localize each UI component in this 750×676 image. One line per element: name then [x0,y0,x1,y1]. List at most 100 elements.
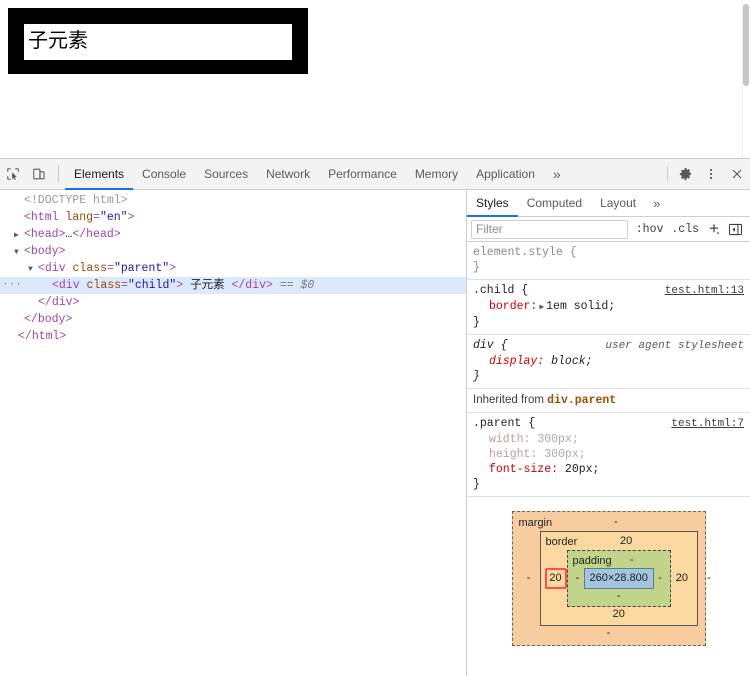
more-tabs-chevron-icon[interactable]: » [544,159,570,189]
box-model-padding-middle-row: -260×28.800- [572,568,666,589]
dom-node[interactable]: ▼<div class="parent"> [0,260,466,277]
dom-node[interactable]: ▼<body> [0,243,466,260]
tab-memory[interactable]: Memory [406,159,467,190]
styles-rules-list[interactable]: element.style {}.child {test.html:13bord… [467,242,750,676]
css-property-value[interactable]: 300px; [537,433,578,446]
dom-token-punct: > [59,330,66,343]
dom-token-punct: </ [72,228,86,241]
tab-console[interactable]: Console [133,159,195,190]
rule-header: div {user agent stylesheet [473,338,744,354]
css-property-name[interactable]: height: [489,448,537,461]
tab-layout[interactable]: Layout [591,190,645,217]
rule-header: .parent { test.html:7 [473,416,744,432]
page-scrollbar-thumb[interactable] [743,4,749,86]
css-property-name[interactable]: font-size: [489,463,558,476]
box-model-padding-top[interactable]: - [612,553,652,568]
css-property-value[interactable]: 1em solid; [546,300,615,313]
tab-computed[interactable]: Computed [518,190,591,217]
tab-performance[interactable]: Performance [319,159,406,190]
more-options-icon[interactable] [698,159,724,189]
css-declaration[interactable]: width: 300px; [473,432,744,447]
box-model-margin-left[interactable]: - [518,571,540,586]
css-declaration[interactable]: font-size: 20px; [473,462,744,477]
dom-node[interactable]: ▶<head>…</head> [0,226,466,243]
dom-tree[interactable]: <!DOCTYPE html><html lang="en">▶<head>…<… [0,190,466,345]
css-property-name[interactable]: border: [489,300,537,313]
css-declaration[interactable]: border:▶1em solid; [473,299,744,315]
rule-close-brace: } [473,477,744,492]
tab-styles[interactable]: Styles [467,190,518,217]
dom-token-val: "parent" [114,262,169,275]
dom-token-text: 子元素 [183,279,231,292]
box-model-margin[interactable]: margin--border2020padding--260×28.800--2… [512,511,706,646]
tab-elements[interactable]: Elements [65,159,133,190]
box-model-padding[interactable]: padding--260×28.800-- [567,550,671,607]
css-property-name[interactable]: display: [489,355,544,368]
device-toolbar-icon[interactable] [26,159,52,189]
tab-network-label: Network [266,167,310,181]
box-model-border-middle-row: 20padding--260×28.800--20 [545,549,693,607]
inherited-rule-0[interactable]: .parent {test.html:7width: 300px;height:… [467,413,750,497]
close-icon[interactable] [724,159,750,189]
box-model-margin-label: margin [518,516,553,530]
tab-sources[interactable]: Sources [195,159,257,190]
gear-icon[interactable] [672,159,698,189]
rule-selector[interactable]: element.style { [473,245,577,260]
tab-elements-label: Elements [74,167,124,181]
css-declaration[interactable]: display: block; [473,354,744,369]
style-rule-0[interactable]: element.style {} [467,242,750,280]
tab-sources-label: Sources [204,167,248,181]
box-model-padding-label: padding [572,554,612,568]
css-property-value[interactable]: block; [551,355,592,368]
dom-token-punct: = [93,211,100,224]
box-model-margin-right[interactable]: - [698,571,720,586]
css-property-name[interactable]: width: [489,433,530,446]
box-model-border-top[interactable]: 20 [577,534,675,549]
dom-node[interactable]: </body> [0,311,466,328]
elements-pane[interactable]: <!DOCTYPE html><html lang="en">▶<head>…<… [0,190,467,676]
new-style-rule-button[interactable] [703,221,725,237]
box-model-border-right[interactable]: 20 [671,571,693,586]
dom-node[interactable]: <!DOCTYPE html> [0,192,466,209]
collapse-arrow-icon[interactable]: ▼ [28,261,38,278]
box-model-margin-top[interactable]: - [552,515,679,530]
expand-arrow-icon[interactable]: ▶ [14,227,24,244]
hov-button[interactable]: :hov [632,223,668,236]
dom-node[interactable]: <html lang="en"> [0,209,466,226]
tab-application[interactable]: Application [467,159,544,190]
dom-node-selected[interactable]: ···<div class="child"> 子元素 </div> == $0 [0,277,466,294]
style-rule-1[interactable]: .child {test.html:13border:▶1em solid;} [467,280,750,335]
collapse-arrow-icon[interactable]: ▼ [14,244,24,261]
styles-more-tabs-chevron-icon[interactable]: » [645,190,668,216]
dom-node[interactable]: </div> [0,294,466,311]
inherited-from-selector[interactable]: div.parent [547,394,616,407]
dom-node[interactable]: </html> [0,328,466,345]
dom-token-punct: > [169,262,176,275]
filter-input[interactable] [471,220,628,239]
rule-selector[interactable]: .parent { [473,416,535,431]
box-model-border-left[interactable]: 20 [545,568,567,589]
rule-selector[interactable]: div { [473,338,508,353]
css-property-value[interactable]: 20px; [565,463,600,476]
box-model-padding-bottom[interactable]: - [572,589,666,603]
box-model-border-bottom[interactable]: 20 [545,607,693,622]
tab-network[interactable]: Network [257,159,319,190]
sidebar-toggle-icon[interactable] [725,222,746,237]
box-model-padding-left[interactable]: - [572,571,584,586]
rule-selector[interactable]: .child { [473,283,528,298]
rule-source-link[interactable]: test.html:13 [655,284,744,299]
cls-button[interactable]: .cls [667,223,703,236]
dom-token-punct: > [266,279,273,292]
inspect-element-icon[interactable] [0,159,26,189]
box-model-content-size[interactable]: 260×28.800 [584,568,654,589]
css-property-value[interactable]: 300px; [544,448,585,461]
expand-shorthand-arrow-icon[interactable]: ▶ [537,303,546,312]
box-model-border[interactable]: border2020padding--260×28.800--2020 [540,531,698,626]
box-model-padding-right[interactable]: - [654,571,666,586]
dom-token-punct: < [24,228,31,241]
page-scrollbar[interactable] [742,0,750,158]
style-rule-2[interactable]: div {user agent stylesheetdisplay: block… [467,335,750,389]
box-model-margin-bottom[interactable]: - [518,626,700,641]
css-declaration[interactable]: height: 300px; [473,447,744,462]
rule-source-link[interactable]: test.html:7 [661,417,744,432]
